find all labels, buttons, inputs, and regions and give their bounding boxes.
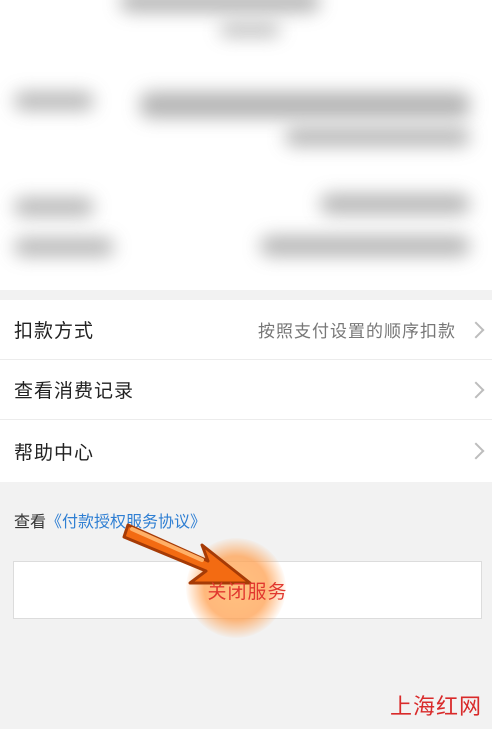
chevron-right-icon <box>467 321 485 338</box>
blurred-text <box>220 24 280 36</box>
blurred-text <box>14 92 94 110</box>
blurred-text <box>285 128 470 146</box>
watermark-text: 上海红网 <box>389 695 482 720</box>
chevron-right-icon <box>467 442 485 460</box>
agreement-prefix: 查看 <box>14 512 47 531</box>
blurred-text <box>14 238 114 256</box>
menu-item-label: 查看消费记录 <box>14 380 135 402</box>
menu-item-deduction-method[interactable]: 扣款方式 按照支付设置的顺序扣款 <box>0 300 492 360</box>
settings-menu: 扣款方式 按照支付设置的顺序扣款 查看消费记录 帮助中心 <box>0 300 492 482</box>
menu-item-label: 帮助中心 <box>14 441 95 464</box>
menu-item-help-center[interactable]: 帮助中心 <box>0 420 492 482</box>
blurred-text <box>320 194 470 214</box>
blurred-header-region <box>0 0 492 290</box>
chevron-right-icon <box>467 381 485 398</box>
close-service-text: 关闭服务 <box>207 580 288 603</box>
menu-item-value: 按照支付设置的顺序扣款 <box>258 322 456 342</box>
blurred-text <box>14 198 94 216</box>
menu-item-label: 扣款方式 <box>14 320 95 342</box>
blurred-text <box>120 0 320 12</box>
blurred-text <box>260 236 470 256</box>
menu-item-consumption-records[interactable]: 查看消费记录 <box>0 360 492 420</box>
blurred-text <box>140 92 470 118</box>
